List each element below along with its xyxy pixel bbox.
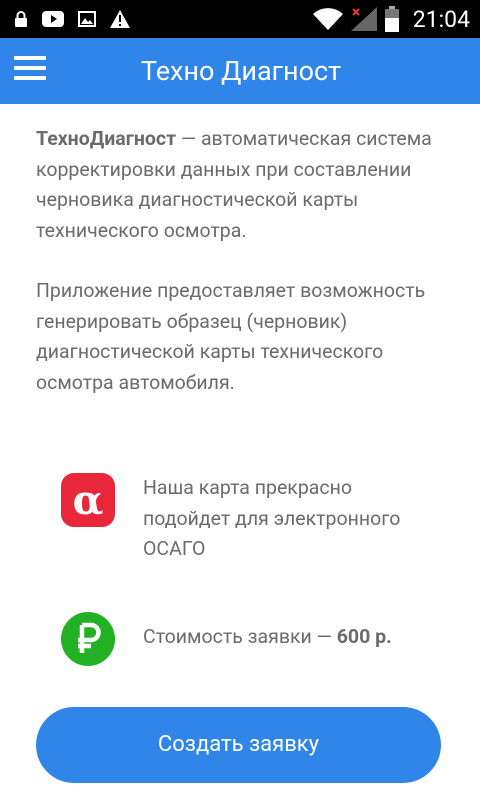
warning-icon: [110, 10, 130, 28]
signal-icon: [350, 7, 377, 31]
content: ТехноДиагност — автоматическая система к…: [36, 124, 446, 398]
youtube-icon: [42, 11, 64, 27]
description-paragraph: Приложение предоставляет возможность ген…: [36, 279, 426, 394]
ruble-icon: [61, 612, 115, 666]
hamburger-menu-icon[interactable]: [14, 56, 46, 84]
feature-text: Стоимость заявки — 600 р.: [143, 622, 443, 653]
price-value: 600 р.: [336, 625, 392, 648]
svg-text:α: α: [73, 477, 104, 524]
alfa-logo-icon: α: [61, 473, 115, 527]
clock: 21:04: [412, 5, 470, 33]
status-bar: 21:04: [0, 0, 480, 38]
wifi-icon: [312, 8, 343, 30]
app-bar: Техно Диагност: [0, 38, 480, 104]
feature-text: Наша карта прекрасно подойдет для электр…: [143, 476, 401, 560]
brand-name: ТехноДиагност: [36, 127, 177, 150]
lock-icon: [15, 11, 27, 27]
image-icon: [78, 11, 96, 27]
battery-icon: [384, 6, 399, 32]
create-request-button[interactable]: Создать заявку: [36, 707, 441, 783]
intro-paragraph: ТехноДиагност — автоматическая система к…: [36, 124, 446, 246]
app-title: Техно Диагност: [140, 55, 342, 87]
price-label: Стоимость заявки —: [143, 625, 337, 648]
